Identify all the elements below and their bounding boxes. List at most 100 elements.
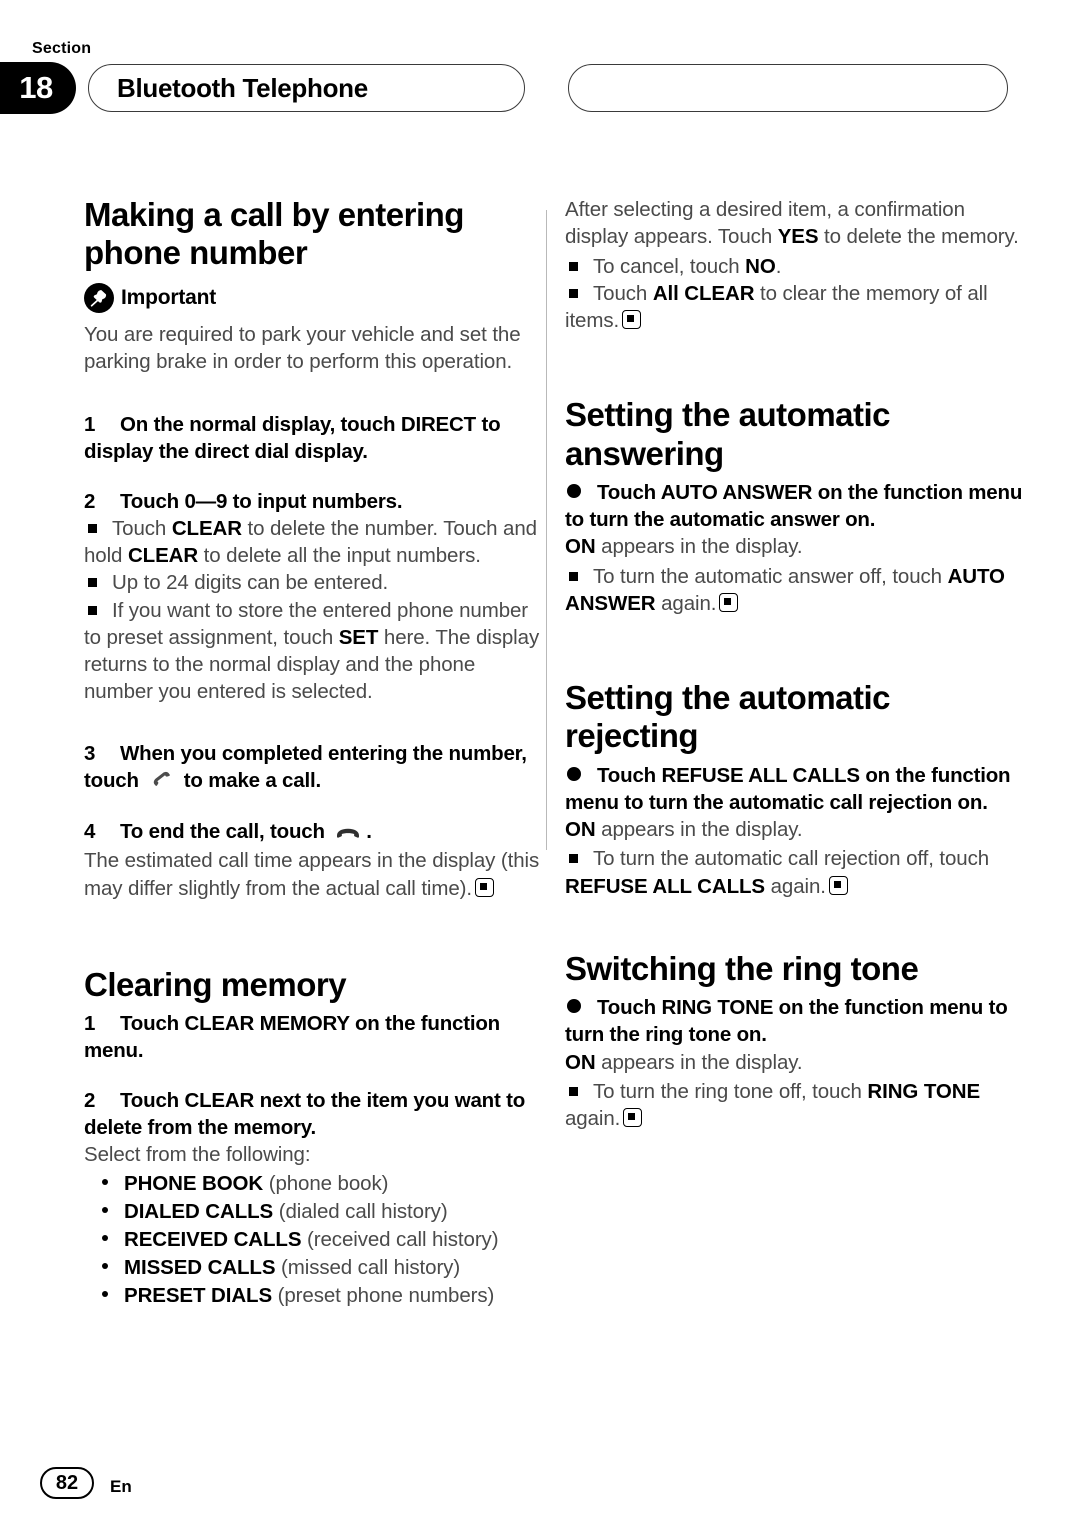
refuse-calls-on-note: ON appears in the display.: [565, 816, 1025, 843]
ring-tone-on-note: ON appears in the display.: [565, 1049, 1025, 1076]
note-clear-term-1: CLEAR: [171, 516, 242, 540]
page-footer: 82 En: [0, 1439, 1080, 1529]
list-item: MISSED CALLS (missed call history): [102, 1254, 544, 1282]
note-cancel-post: .: [775, 254, 782, 278]
dot-bullet-icon: [102, 1262, 108, 1269]
step-4-pre: To end the call, touch: [120, 820, 331, 844]
clearing-step-2-number: 2: [84, 1088, 96, 1112]
note-clear-term-2: CLEAR: [127, 544, 199, 568]
phone-offhook-icon: [148, 767, 174, 796]
heading-clearing-memory: Clearing memory: [84, 965, 347, 1003]
square-bullet-icon: [569, 571, 578, 581]
confirmation-notes: To cancel, touch NO. Touch All CLEAR to …: [565, 253, 1025, 335]
option-desc: (preset phone numbers): [277, 1283, 495, 1307]
square-bullet-icon: [88, 523, 97, 533]
note-all-clear: Touch All CLEAR to clear the memory of a…: [565, 280, 1025, 335]
important-label: Important: [121, 285, 217, 309]
round-bullet-icon: [567, 766, 581, 781]
step-1-number: 1: [84, 413, 96, 437]
step-1-text: On the normal display, touch DIRECT to d…: [84, 413, 501, 464]
clearing-options-list: PHONE BOOK (phone book) DIALED CALLS (di…: [84, 1170, 544, 1309]
right-column: After selecting a desired item, a confir…: [565, 196, 1025, 1132]
auto-answer-step-text: Touch AUTO ANSWER on the function menu t…: [565, 480, 1023, 532]
auto-answer-step: Touch AUTO ANSWER on the function menu t…: [565, 479, 1025, 534]
clearing-step-2: 2 Touch CLEAR next to the item you want t…: [84, 1087, 544, 1142]
refuse-calls-on-label: ON: [565, 818, 596, 842]
step-2-text: Touch 0—9 to input numbers.: [120, 489, 403, 513]
section-number-badge: 18: [0, 62, 76, 114]
dot-bullet-icon: [102, 1290, 108, 1297]
list-item: DIALED CALLS (dialed call history): [102, 1198, 544, 1226]
dot-bullet-icon: [102, 1235, 108, 1242]
note-digits-text: Up to 24 digits can be entered.: [112, 571, 389, 595]
square-bullet-icon: [88, 578, 97, 588]
square-bullet-icon: [569, 1086, 578, 1096]
option-desc: (missed call history): [281, 1255, 461, 1279]
auto-answer-on-label: ON: [565, 535, 596, 559]
chapter-title: Bluetooth Telephone: [117, 72, 368, 103]
note-set-term: SET: [338, 625, 379, 649]
step-2-number: 2: [84, 489, 96, 513]
option-desc: (received call history): [307, 1228, 499, 1252]
confirmation-intro: After selecting a desired item, a confir…: [565, 196, 1025, 251]
step-3-post: to make a call.: [178, 768, 321, 792]
chapter-title-pill: Bluetooth Telephone: [88, 64, 525, 112]
heading-making-a-call: Making a call by entering phone number: [84, 196, 464, 272]
left-column: Making a call by entering phone number I…: [84, 196, 544, 1310]
square-bullet-icon: [569, 288, 578, 298]
important-callout: Important: [84, 282, 544, 313]
auto-answer-notes: To turn the automatic answer off, touch …: [565, 563, 1025, 618]
end-of-section-icon: [623, 1108, 643, 1128]
refuse-calls-step-text: Touch REFUSE ALL CALLS on the function m…: [565, 763, 1011, 814]
note-aa-post: again.: [655, 591, 717, 615]
note-ar-term: REFUSE ALL CALLS: [565, 874, 765, 898]
round-bullet-icon: [567, 999, 581, 1014]
step-4-post: .: [366, 820, 372, 844]
refuse-calls-step: Touch REFUSE ALL CALLS on the function m…: [565, 762, 1025, 817]
language-code: En: [110, 1477, 132, 1496]
note-digits: Up to 24 digits can be entered.: [84, 569, 544, 596]
square-bullet-icon: [88, 605, 97, 615]
option-term: PHONE BOOK: [124, 1172, 264, 1196]
list-item: PHONE BOOK (phone book): [102, 1170, 544, 1198]
note-refuse-off: To turn the automatic call rejection off…: [565, 845, 1025, 900]
note-aa-pre: To turn the automatic answer off, touch: [593, 564, 948, 588]
note-all-clear-term: All CLEAR: [652, 281, 755, 305]
option-term: RECEIVED CALLS: [124, 1228, 302, 1252]
heading-switching-ring-tone: Switching the ring tone: [565, 949, 919, 987]
end-of-section-icon: [719, 592, 739, 612]
pushpin-icon: [84, 282, 114, 313]
round-bullet-icon: [567, 483, 581, 498]
confirmation-intro-post: to delete the memory.: [818, 225, 1019, 249]
clearing-step-1: 1 Touch CLEAR MEMORY on the function menu…: [84, 1010, 544, 1065]
dot-bullet-icon: [102, 1207, 108, 1214]
note-ar-post: again.: [765, 874, 826, 898]
step-4-body: The estimated call time appears in the d…: [84, 847, 544, 902]
option-desc: (phone book): [268, 1172, 389, 1196]
list-item: PRESET DIALS (preset phone numbers): [102, 1282, 544, 1310]
step-4-number: 4: [84, 820, 96, 844]
note-auto-answer-off: To turn the automatic answer off, touch …: [565, 563, 1025, 618]
confirmation-yes: YES: [777, 225, 819, 249]
phone-onhook-icon: [334, 820, 362, 847]
note-clear: Touch CLEAR to delete the number. Touch …: [84, 515, 544, 570]
step-3: 3 When you completed entering the number,…: [84, 740, 544, 797]
note-rt-post: again.: [565, 1107, 621, 1131]
ring-tone-notes: To turn the ring tone off, touch RING TO…: [565, 1078, 1025, 1133]
step-2: 2 Touch 0—9 to input numbers.: [84, 488, 544, 515]
end-of-section-icon: [622, 310, 642, 329]
important-body: You are required to park your vehicle an…: [84, 322, 521, 373]
ring-tone-on-label: ON: [565, 1050, 596, 1074]
page-header: Section 18 Bluetooth Telephone: [0, 0, 1080, 140]
step-2-notes: Touch CLEAR to delete the number. Touch …: [84, 515, 544, 706]
ring-tone-step-text: Touch RING TONE on the function menu to …: [565, 996, 1008, 1047]
header-right-pill: [568, 64, 1008, 112]
square-bullet-icon: [569, 261, 578, 271]
clearing-step-1-number: 1: [84, 1012, 96, 1036]
clearing-step-1-text: Touch CLEAR MEMORY on the function menu.: [84, 1012, 501, 1063]
dot-bullet-icon: [102, 1179, 108, 1186]
option-term: MISSED CALLS: [124, 1255, 276, 1279]
step-3-number: 3: [84, 741, 96, 765]
end-of-section-icon: [828, 875, 848, 895]
auto-answer-on-note: ON appears in the display.: [565, 533, 1025, 560]
